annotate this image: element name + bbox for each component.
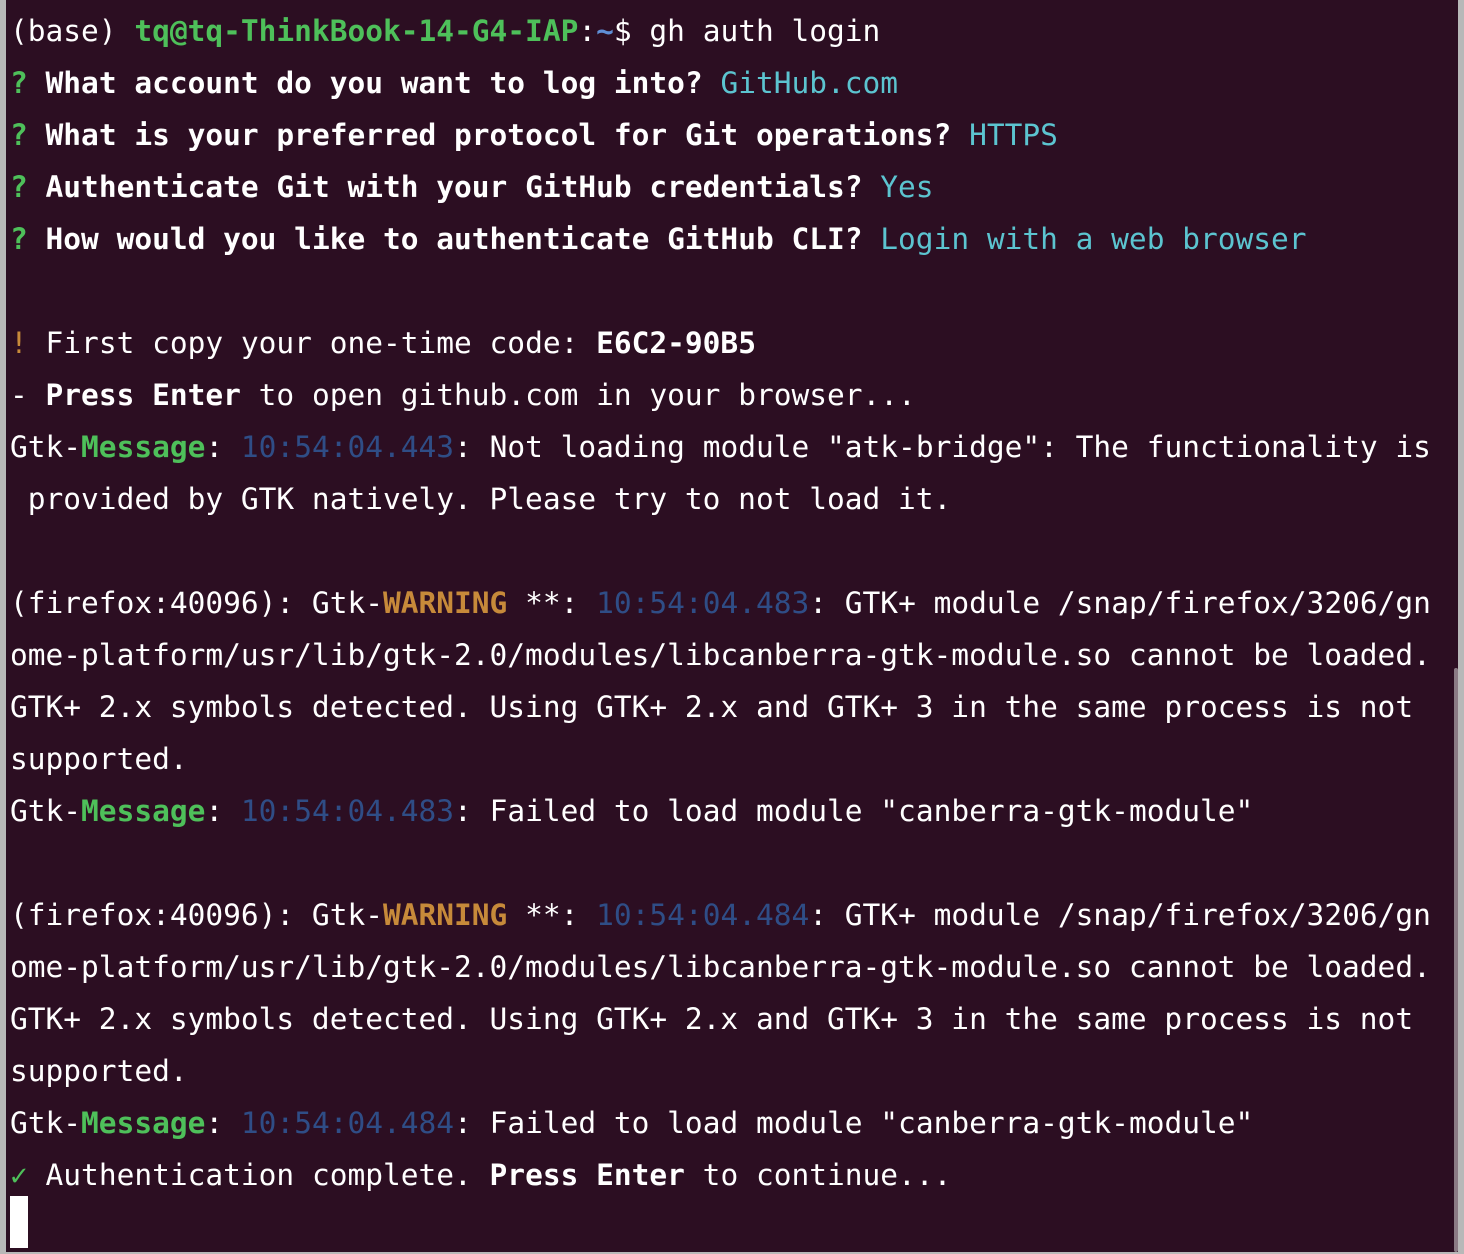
gtk-warning-1-cont3: supported. xyxy=(10,742,188,776)
warning-text: : GTK+ module /snap/firefox/3206/gn xyxy=(809,898,1431,932)
gtk-warning-1: (firefox:40096): Gtk-WARNING **: 10:54:0… xyxy=(10,577,1431,629)
conda-env: (base) xyxy=(10,14,135,48)
gtk-warning-1-cont1: ome-platform/usr/lib/gtk-2.0/modules/lib… xyxy=(10,638,1431,672)
warning-level: WARNING xyxy=(382,898,508,932)
answer-text: HTTPS xyxy=(969,118,1058,152)
warning-level: WARNING xyxy=(382,586,508,620)
press-enter-rest: to open github.com in your browser... xyxy=(240,378,916,412)
gtk-warning-2-cont1: ome-platform/usr/lib/gtk-2.0/modules/lib… xyxy=(10,950,1431,984)
gtk-warning-2-cont2: GTK+ 2.x symbols detected. Using GTK+ 2.… xyxy=(10,1002,1414,1036)
gtk-prefix: Gtk- xyxy=(10,794,82,828)
warning-prefix: (firefox:40096): Gtk- xyxy=(10,586,383,620)
text-cursor[interactable] xyxy=(10,1196,28,1248)
message-text: : Failed to load module "canberra-gtk-mo… xyxy=(454,1106,1254,1140)
gtk-message-1-cont: provided by GTK natively. Please try to … xyxy=(10,482,952,516)
complete-rest: to continue... xyxy=(684,1158,952,1192)
prompt-dollar: $ xyxy=(613,14,650,48)
timestamp: 10:54:04.483 xyxy=(596,586,810,620)
message-level: Message xyxy=(81,794,206,828)
one-time-code[interactable]: E6C2-90B5 xyxy=(596,326,756,360)
user-host: tq@tq-ThinkBook-14-G4-IAP xyxy=(134,14,579,48)
gtk-prefix: Gtk- xyxy=(10,1106,82,1140)
message-level: Message xyxy=(81,430,206,464)
gtk-message-1: Gtk-Message: 10:54:04.443: Not loading m… xyxy=(10,421,1431,473)
warning-prefix: (firefox:40096): Gtk- xyxy=(10,898,383,932)
message-level: Message xyxy=(81,1106,206,1140)
question-mark-icon: ? xyxy=(10,222,46,256)
terminal-window[interactable]: (base) tq@tq-ThinkBook-14-G4-IAP:~$ gh a… xyxy=(6,0,1458,1252)
question-mark-icon: ? xyxy=(10,170,46,204)
gtk-prefix: Gtk- xyxy=(10,430,82,464)
question-text: What account do you want to log into? xyxy=(45,66,721,100)
timestamp: 10:54:04.484 xyxy=(240,1106,455,1140)
command-text: gh auth login xyxy=(649,14,881,48)
one-time-code-line: ! First copy your one-time code: E6C2-90… xyxy=(10,317,756,369)
scrollbar[interactable] xyxy=(1454,668,1458,1252)
checkmark-icon: ✓ xyxy=(10,1158,46,1192)
timestamp: 10:54:04.483 xyxy=(240,794,455,828)
gtk-warning-2: (firefox:40096): Gtk-WARNING **: 10:54:0… xyxy=(10,889,1431,941)
answer-text: Login with a web browser xyxy=(880,222,1307,256)
answer-text: Yes xyxy=(880,170,934,204)
colon: : xyxy=(205,430,241,464)
prompt-separator: : xyxy=(578,14,597,48)
dash-prefix: - xyxy=(10,378,46,412)
message-text: : Not loading module "atk-bridge": The f… xyxy=(454,430,1431,464)
question-text: Authenticate Git with your GitHub creden… xyxy=(45,170,881,204)
gtk-message-2: Gtk-Message: 10:54:04.483: Failed to loa… xyxy=(10,785,1253,837)
warning-text: : GTK+ module /snap/firefox/3206/gn xyxy=(809,586,1431,620)
code-label: First copy your one-time code: xyxy=(45,326,597,360)
answer-text: GitHub.com xyxy=(720,66,899,100)
prompt-line: (base) tq@tq-ThinkBook-14-G4-IAP:~$ gh a… xyxy=(10,5,880,57)
question-account: ? What account do you want to log into? … xyxy=(10,57,898,109)
question-text: What is your preferred protocol for Git … xyxy=(45,118,970,152)
question-auth-method: ? How would you like to authenticate Git… xyxy=(10,213,1307,265)
auth-complete-line: ✓ Authentication complete. Press Enter t… xyxy=(10,1149,951,1201)
gtk-warning-1-cont2: GTK+ 2.x symbols detected. Using GTK+ 2.… xyxy=(10,690,1414,724)
complete-text: Authentication complete. xyxy=(45,1158,490,1192)
gtk-warning-2-cont3: supported. xyxy=(10,1054,188,1088)
question-protocol: ? What is your preferred protocol for Gi… xyxy=(10,109,1058,161)
colon: : xyxy=(205,1106,241,1140)
colon: : xyxy=(205,794,241,828)
press-enter-bold: Press Enter xyxy=(489,1158,685,1192)
timestamp: 10:54:04.484 xyxy=(596,898,810,932)
question-text: How would you like to authenticate GitHu… xyxy=(45,222,881,256)
timestamp: 10:54:04.443 xyxy=(240,430,455,464)
exclamation-icon: ! xyxy=(10,326,46,360)
warning-stars: **: xyxy=(507,898,597,932)
current-path: ~ xyxy=(596,14,614,48)
question-mark-icon: ? xyxy=(10,66,46,100)
press-enter-line: - Press Enter to open github.com in your… xyxy=(10,369,916,421)
warning-stars: **: xyxy=(507,586,597,620)
question-credentials: ? Authenticate Git with your GitHub cred… xyxy=(10,161,934,213)
message-text: : Failed to load module "canberra-gtk-mo… xyxy=(454,794,1254,828)
gtk-message-3: Gtk-Message: 10:54:04.484: Failed to loa… xyxy=(10,1097,1253,1149)
question-mark-icon: ? xyxy=(10,118,46,152)
press-enter-bold: Press Enter xyxy=(45,378,241,412)
